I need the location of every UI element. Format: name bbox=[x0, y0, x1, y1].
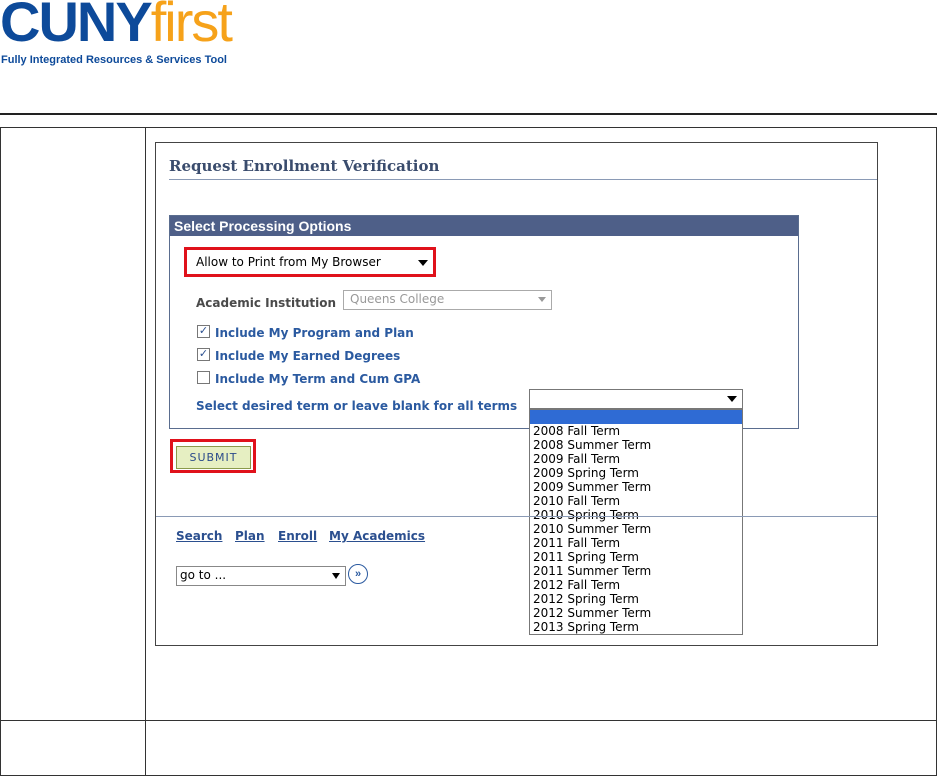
chevron-down-icon[interactable] bbox=[418, 260, 428, 266]
term-option[interactable]: 2010 Fall Term bbox=[530, 494, 742, 508]
enrollment-verification-screenshot: Request Enrollment Verification Select P… bbox=[155, 142, 878, 646]
term-select[interactable] bbox=[529, 389, 743, 409]
term-option[interactable]: 2013 Spring Term bbox=[530, 620, 742, 634]
step-cell bbox=[0, 720, 146, 776]
chevron-down-icon[interactable] bbox=[727, 396, 737, 402]
link-enroll[interactable]: Enroll bbox=[278, 529, 317, 543]
program-plan-label[interactable]: Include My Program and Plan bbox=[215, 326, 414, 340]
term-dropdown-list[interactable]: 2008 Fall Term 2008 Summer Term 2009 Fal… bbox=[529, 409, 743, 635]
logo-tagline: Fully Integrated Resources & Services To… bbox=[1, 54, 227, 66]
institution-value: Queens College bbox=[350, 292, 445, 306]
submit-button[interactable]: Submit bbox=[176, 446, 251, 469]
term-option-blank[interactable] bbox=[530, 410, 742, 424]
link-my-academics[interactable]: My Academics bbox=[329, 529, 425, 543]
goto-select[interactable]: go to ... bbox=[176, 566, 346, 586]
step-cell bbox=[0, 127, 146, 721]
go-arrow-icon[interactable]: » bbox=[348, 564, 368, 584]
program-plan-checkbox[interactable]: ✓ bbox=[197, 325, 210, 338]
term-option[interactable]: 2009 Fall Term bbox=[530, 452, 742, 466]
term-label: Select desired term or leave blank for a… bbox=[196, 399, 518, 413]
term-option[interactable]: 2012 Summer Term bbox=[530, 606, 742, 620]
earned-degrees-label[interactable]: Include My Earned Degrees bbox=[215, 349, 400, 363]
term-option[interactable]: 2010 Summer Term bbox=[530, 522, 742, 536]
chevron-down-icon bbox=[538, 297, 546, 302]
term-gpa-checkbox[interactable] bbox=[197, 371, 210, 384]
term-option[interactable]: 2008 Fall Term bbox=[530, 424, 742, 438]
term-option[interactable]: 2010 Spring Term bbox=[530, 508, 742, 522]
print-option-select[interactable]: Allow to Print from My Browser bbox=[196, 255, 381, 269]
term-gpa-label[interactable]: Include My Term and Cum GPA bbox=[215, 372, 420, 386]
link-plan[interactable]: Plan bbox=[235, 529, 265, 543]
title-underline bbox=[169, 179, 877, 180]
goto-value: go to ... bbox=[180, 568, 227, 582]
term-option[interactable]: 2012 Spring Term bbox=[530, 592, 742, 606]
page-title: Request Enrollment Verification bbox=[169, 157, 440, 175]
chevron-down-icon[interactable] bbox=[332, 573, 340, 579]
earned-degrees-checkbox[interactable]: ✓ bbox=[197, 348, 210, 361]
header-divider bbox=[0, 113, 937, 115]
term-option[interactable]: 2011 Summer Term bbox=[530, 564, 742, 578]
term-option[interactable]: 2012 Fall Term bbox=[530, 578, 742, 592]
link-search[interactable]: Search bbox=[176, 529, 222, 543]
term-option[interactable]: 2011 Fall Term bbox=[530, 536, 742, 550]
term-option[interactable]: 2011 Spring Term bbox=[530, 550, 742, 564]
logo-wordmark: CUNYfirst bbox=[0, 0, 233, 53]
institution-label: Academic Institution bbox=[196, 296, 337, 310]
term-option[interactable]: 2009 Spring Term bbox=[530, 466, 742, 480]
description-cell bbox=[145, 720, 937, 776]
term-option[interactable]: 2009 Summer Term bbox=[530, 480, 742, 494]
term-option[interactable]: 2008 Summer Term bbox=[530, 438, 742, 452]
section-divider bbox=[156, 516, 877, 517]
section-header: Select Processing Options bbox=[170, 216, 798, 236]
institution-select: Queens College bbox=[343, 290, 552, 310]
